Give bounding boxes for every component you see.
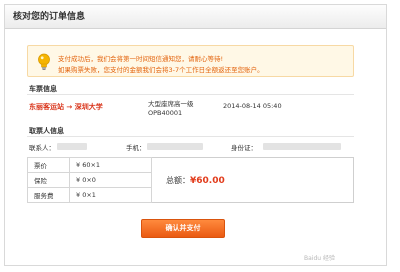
order-confirm-dialog: 核对您的订单信息 支付成功后，我们会将第一时间短信通知您，请耐心等待! 如果购票… [4,4,387,266]
fee-value: ¥ 0×0 [69,172,152,188]
ticket-divider [27,94,354,95]
total-label: 总额： [166,175,190,185]
departure-time: 2014-08-14 05:40 [223,102,282,110]
confirm-pay-button[interactable]: 确认并支付 [141,219,225,238]
lightbulb-icon [38,53,50,70]
dialog-title: 核对您的订单信息 [5,5,386,29]
contact-label: 联系人： [29,144,55,152]
route: 东丽客运站 → 深圳大学 [29,103,103,111]
total-value: ¥60.00 [190,175,225,186]
phone-value-masked [147,143,203,150]
fee-name: 票价 [27,157,70,173]
id-label: 身份证： [231,144,257,152]
passenger-divider [27,136,354,137]
payment-notice: 支付成功后，我们会将第一时间短信通知您，请耐心等待! 如果购票失败，您支付的金额… [27,45,354,77]
watermark: Baidu 经验 [304,255,335,262]
contact-value-masked [57,143,87,150]
fee-value: ¥ 0×1 [69,187,152,203]
fee-table: 票价 ¥ 60×1 总额：¥60.00 保险 ¥ 0×0 服务费 ¥ 0×1 [27,157,354,203]
fee-value: ¥ 60×1 [69,157,152,173]
passenger-section-title: 取票人信息 [29,127,64,135]
fee-name: 保险 [27,172,70,188]
bus-code: OPB40001 [148,109,183,117]
ticket-section-title: 车票信息 [29,85,57,93]
fee-name: 服务费 [27,187,70,203]
notice-line-success: 支付成功后，我们会将第一时间短信通知您，请耐心等待! [58,55,224,63]
phone-label: 手机： [126,144,146,152]
bus-type: 大型座席高一级 [148,100,194,108]
table-row: 票价 ¥ 60×1 总额：¥60.00 [27,157,354,203]
total-amount: 总额：¥60.00 [151,157,354,203]
notice-line-refund: 如果购票失败，您支付的金额我们会将3-7个工作日全额返还至您账户。 [58,66,264,74]
id-value-masked [263,143,341,150]
